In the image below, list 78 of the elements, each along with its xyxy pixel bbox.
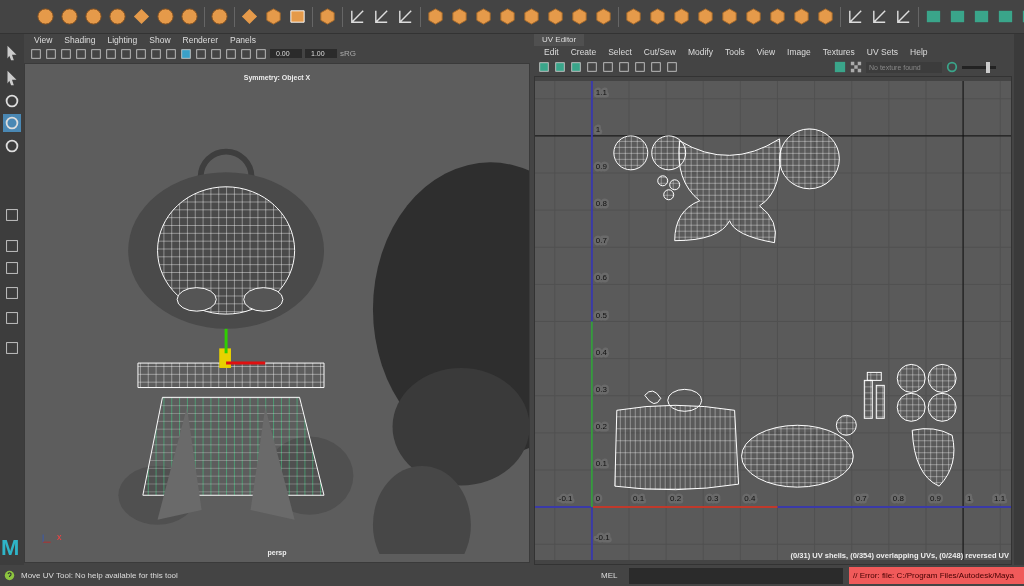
view-toolbar-icon[interactable] [45,47,57,60]
sphere-icon[interactable] [60,7,79,26]
tool-icon[interactable] [3,309,21,327]
panel-tab[interactable]: UV Editor [534,34,585,46]
uv-toolbar-icon[interactable] [586,61,598,73]
view-toolbar-icon[interactable] [195,47,207,60]
help-icon [4,570,15,581]
menu-item[interactable]: Select [608,47,632,57]
view-toolbar-icon[interactable] [30,47,42,60]
uv-toolbar-icon[interactable] [538,61,550,73]
view-toolbar-icon[interactable] [165,47,177,60]
view-toolbar-icon[interactable] [90,47,102,60]
u-axis-label: -0.1 [558,494,573,504]
menu-item[interactable]: Modify [687,47,713,57]
uv-toolbar-icon[interactable] [650,61,662,73]
view-toolbar-icon[interactable] [135,47,147,60]
error-output: // Error: file: C:/Program Files/Autodesk/Maya [849,567,1024,584]
u-axis-label: 1 [967,494,972,504]
menu-item[interactable]: Edit [544,47,559,57]
view-toolbar-icon[interactable] [210,47,222,60]
sphere-icon[interactable] [108,7,127,26]
view-toolbar-icon[interactable] [240,47,252,60]
menu-item[interactable]: View [756,47,776,57]
uv-toolbar-icon[interactable] [602,61,614,73]
uv-toolbar-icon[interactable] [634,61,646,73]
sphere-icon[interactable] [156,7,175,26]
app-logo: M [1,535,20,561]
tool-icon[interactable] [3,284,21,302]
menu-item[interactable]: Cut/Sew [643,47,676,57]
axis-label: x [57,532,62,542]
menu-item[interactable]: Image [787,47,811,57]
view-toolbar-icon[interactable] [120,47,132,60]
menu-item[interactable]: Renderer [182,35,218,45]
checker-icon[interactable] [850,61,862,73]
refresh-icon[interactable] [946,61,958,73]
menu-item[interactable]: Create [570,47,597,57]
menu-item[interactable]: Textures [822,47,855,57]
tool-icon[interactable] [3,206,21,224]
color-space-label[interactable]: sRG [340,49,356,58]
view-toolbar-icon[interactable] [105,47,117,60]
sphere-icon[interactable] [210,7,229,26]
menu-item[interactable]: View [34,35,53,45]
v-axis-label: 0.4 [595,347,607,357]
u-axis-label: 1.1 [994,494,1006,504]
menu-item[interactable]: Panels [229,35,256,45]
uv-toolbar-icon[interactable] [618,61,630,73]
menu-item[interactable]: UV Sets [866,47,899,57]
menu-item[interactable]: Lighting [107,35,138,45]
menu-item[interactable]: Shading [64,35,96,45]
view-toolbar-icon[interactable] [60,47,72,60]
tool-icon[interactable] [3,237,21,255]
sphere-icon[interactable] [84,7,103,26]
uv-toolbar-icon[interactable] [570,61,582,73]
tool-icon[interactable] [3,259,21,277]
view-toolbar-icon[interactable] [75,47,87,60]
uv-toolbar-icon[interactable] [666,61,678,73]
tool-icon[interactable] [3,92,21,110]
help-line: Move UV Tool: No help available for this tool [21,571,179,580]
view-toolbar-icon[interactable] [180,47,192,60]
view-toolbar-icon[interactable] [150,47,162,60]
tool-icon[interactable] [3,137,21,155]
command-language-label[interactable]: MEL [601,571,629,580]
menu-item[interactable]: Help [910,47,928,57]
v-axis-label: -0.1 [595,533,610,543]
tool-icon[interactable] [3,339,21,357]
menu-item[interactable]: Show [149,35,171,45]
view-toolbar-icon[interactable] [225,47,237,60]
image-icon[interactable] [834,61,846,73]
v-axis-label: 0.5 [595,310,607,320]
view-toolbar-icon[interactable] [255,47,267,60]
sphere-icon[interactable] [36,7,55,26]
diamond-icon[interactable] [132,7,151,26]
sphere-icon[interactable] [180,7,199,26]
uv-toolbar-icon[interactable] [554,61,566,73]
diamond-icon[interactable] [240,7,259,26]
menu-item[interactable]: Tools [724,47,745,57]
v-axis-label: 0.2 [595,421,607,431]
command-field[interactable] [629,567,843,584]
